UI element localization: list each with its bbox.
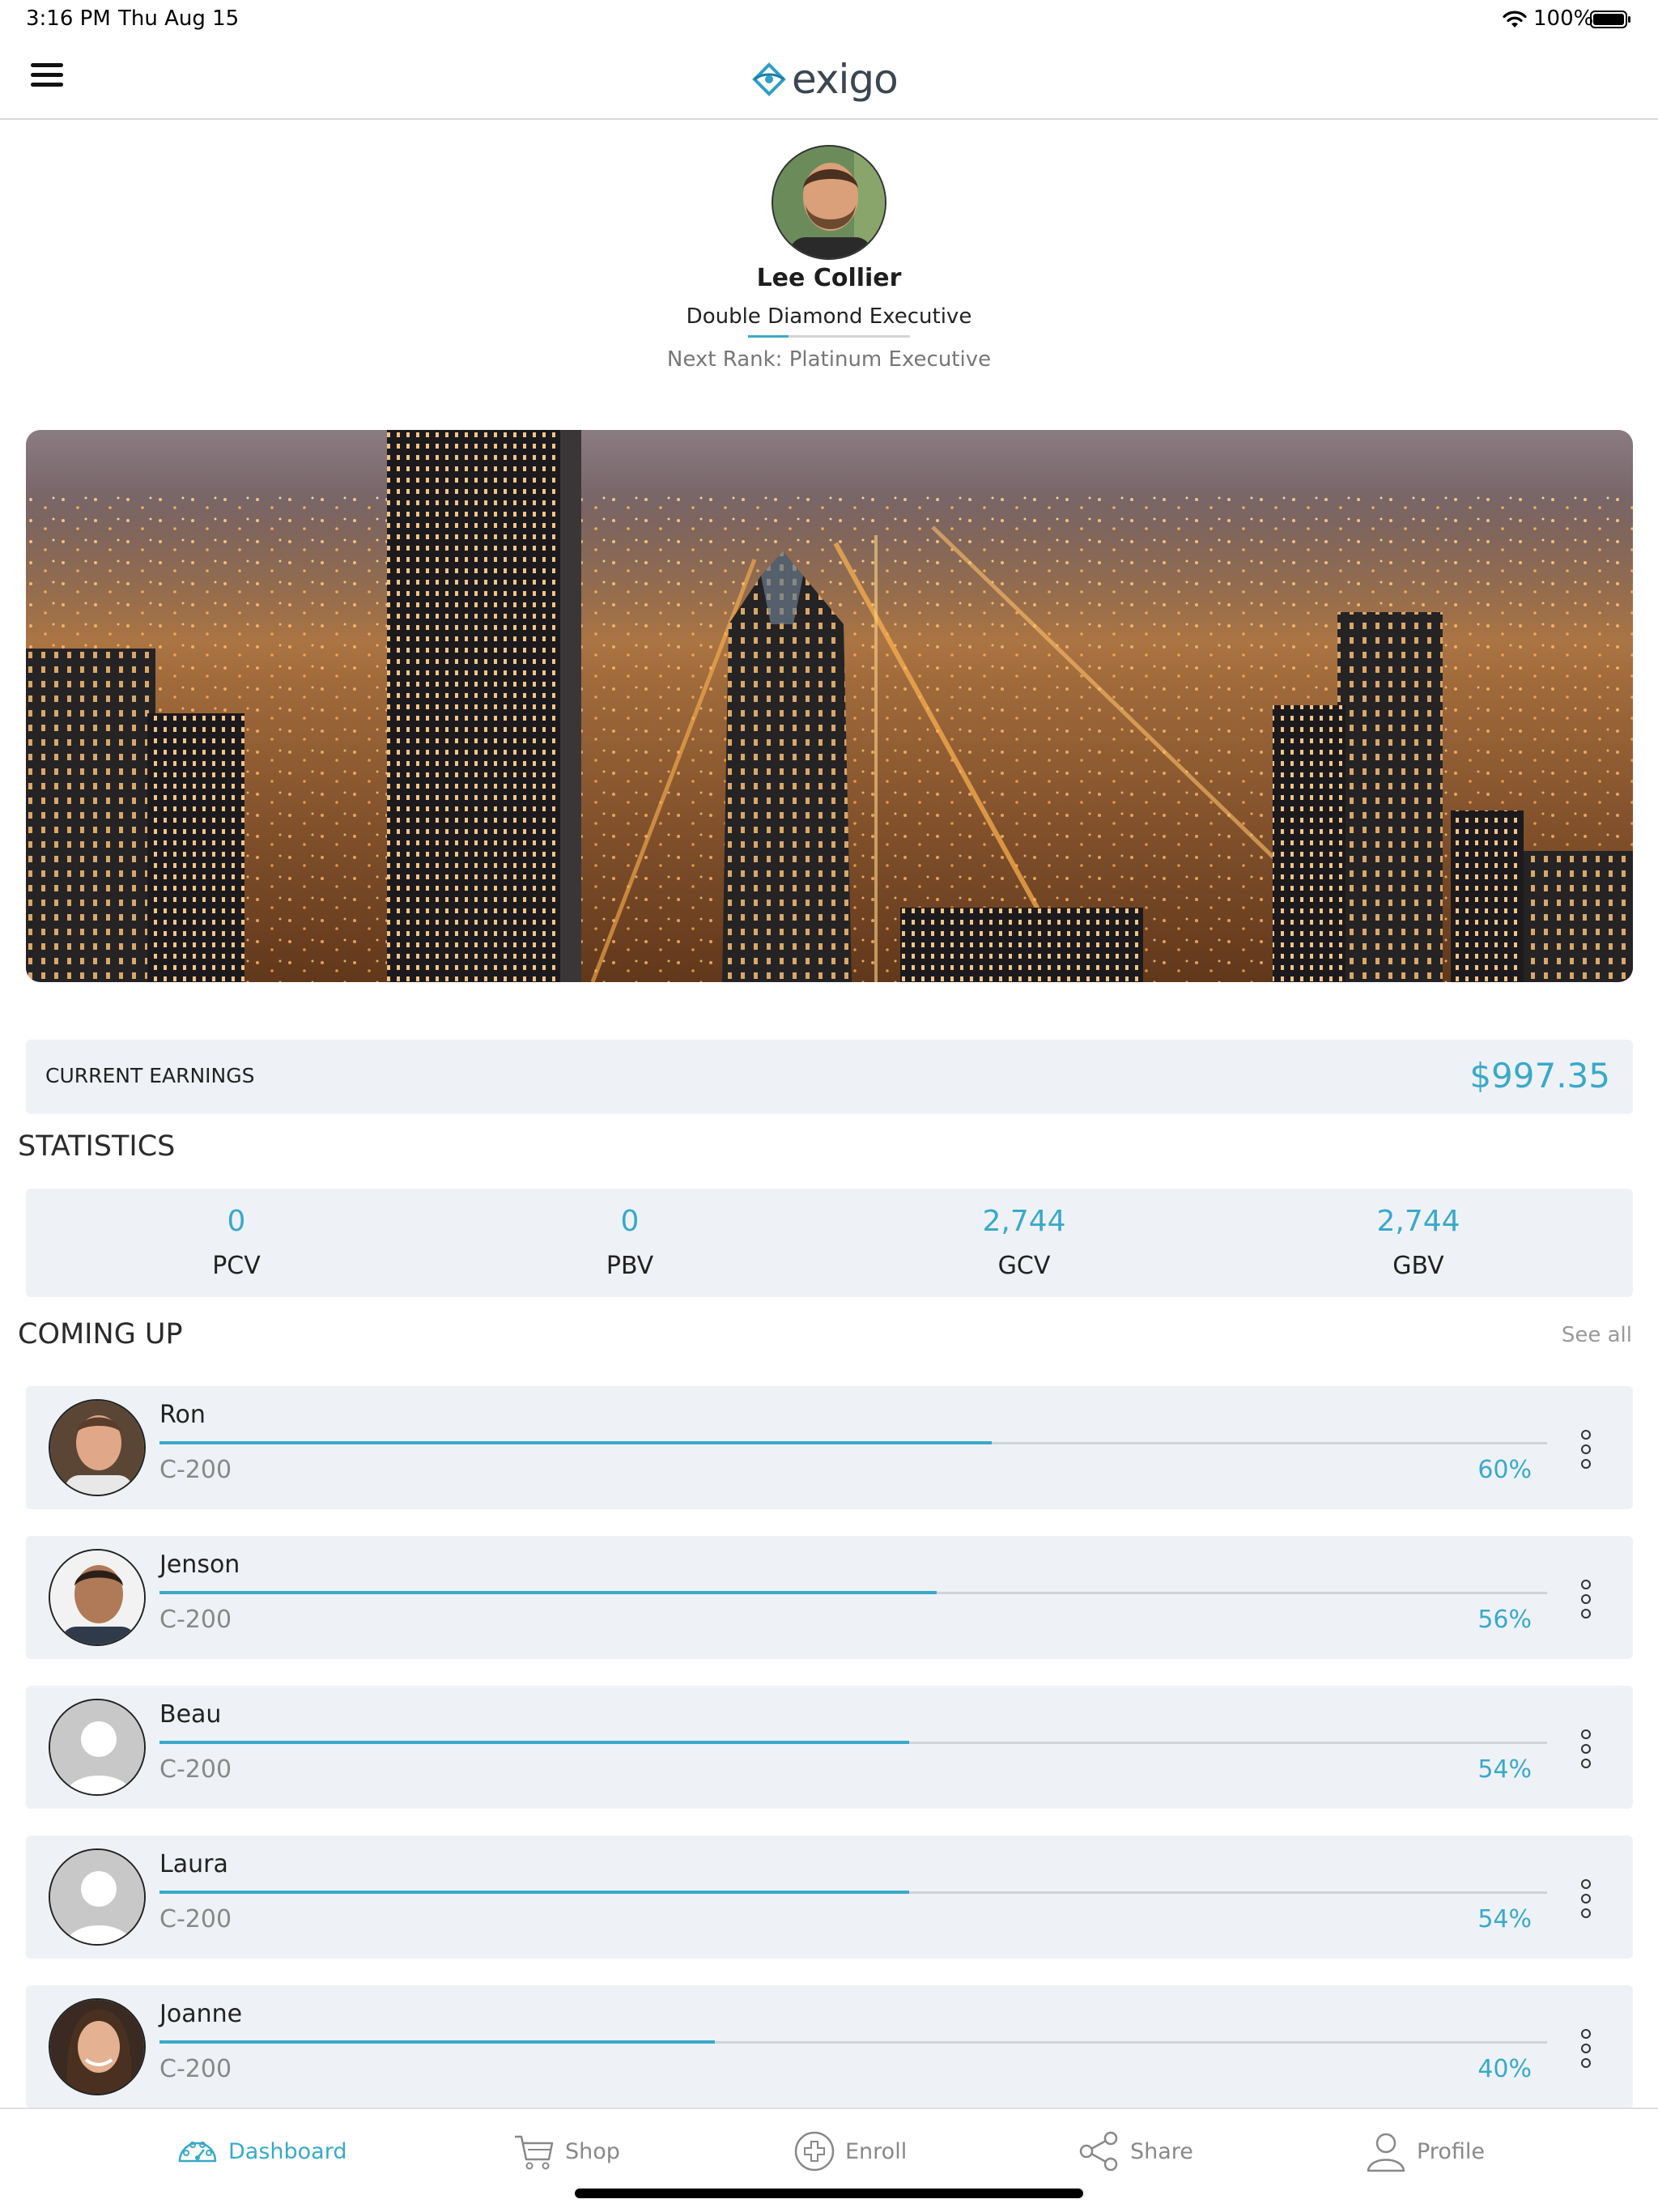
list-item[interactable]: Joanne C-200 40%	[26, 1985, 1633, 2108]
battery-icon	[1590, 11, 1630, 28]
default-avatar-icon	[50, 1700, 144, 1794]
avatar	[49, 1549, 146, 1646]
item-percentage: 60%	[1477, 1456, 1532, 1484]
user-icon	[1367, 2133, 1405, 2172]
rank-progress-bar	[748, 335, 910, 338]
hamburger-icon	[31, 63, 63, 67]
item-progress-fill	[159, 2040, 715, 2044]
stat-gbv[interactable]: 2,744 GBV	[1337, 1189, 1499, 1297]
item-progress-fill	[159, 1741, 909, 1744]
avatar	[49, 1848, 146, 1946]
item-percentage: 56%	[1477, 1606, 1532, 1634]
earnings-label: CURRENT EARNINGS	[45, 1064, 255, 1087]
stat-value: 2,744	[1376, 1205, 1460, 1238]
logo-mark-icon	[752, 62, 786, 96]
tab-share[interactable]: Share	[1077, 2127, 1193, 2176]
tab-shop[interactable]: Shop	[512, 2127, 620, 2176]
hamburger-menu-button[interactable]	[31, 63, 70, 96]
avatar	[49, 1699, 146, 1796]
stat-pbv[interactable]: 0 PBV	[549, 1189, 711, 1297]
tab-label: Share	[1130, 2138, 1193, 2164]
more-options-icon[interactable]	[1578, 1428, 1594, 1470]
tab-label: Profile	[1417, 2138, 1485, 2164]
tab-label: Dashboard	[228, 2138, 347, 2164]
earnings-value: $997.35	[1469, 1056, 1610, 1095]
status-date: Thu Aug 15	[118, 6, 240, 31]
profile-photo	[773, 147, 885, 258]
item-progress-bar	[159, 2040, 1547, 2044]
cart-icon	[515, 2135, 554, 2170]
item-progress-bar	[159, 1591, 1547, 1594]
item-percentage: 54%	[1477, 1755, 1532, 1784]
hero-banner-image	[26, 430, 1633, 982]
tab-dashboard[interactable]: Dashboard	[175, 2127, 346, 2176]
list-item[interactable]: Beau C-200 54%	[26, 1686, 1633, 1809]
tab-label: Enroll	[845, 2138, 908, 2164]
stat-label: GBV	[1392, 1252, 1444, 1280]
list-item[interactable]: Jenson C-200 56%	[26, 1536, 1633, 1659]
item-progress-bar	[159, 1891, 1547, 1894]
list-item[interactable]: Laura C-200 54%	[26, 1836, 1633, 1959]
item-name: Joanne	[159, 2000, 243, 2028]
item-subtitle: C-200	[159, 1456, 232, 1484]
item-progress-fill	[159, 1441, 993, 1444]
list-item[interactable]: Ron C-200 60%	[26, 1386, 1633, 1509]
stat-value: 2,744	[982, 1205, 1066, 1238]
city-skyline-image	[26, 430, 1633, 982]
plus-circle-icon	[794, 2131, 835, 2172]
stat-pcv[interactable]: 0 PCV	[155, 1189, 317, 1297]
stat-value: 0	[227, 1205, 246, 1238]
item-subtitle: C-200	[159, 1905, 232, 1933]
avatar	[49, 1399, 146, 1496]
stat-label: PCV	[212, 1252, 261, 1280]
earnings-card[interactable]: CURRENT EARNINGS $997.35	[26, 1040, 1633, 1114]
see-all-link[interactable]: See all	[1562, 1323, 1632, 1347]
item-subtitle: C-200	[159, 1755, 232, 1784]
item-subtitle: C-200	[159, 2055, 232, 2083]
tab-enroll[interactable]: Enroll	[792, 2127, 907, 2176]
item-name: Beau	[159, 1700, 222, 1729]
next-rank: Next Rank: Platinum Executive	[666, 347, 992, 372]
avatar	[49, 1998, 146, 2095]
item-progress-fill	[159, 1591, 937, 1594]
exigo-logo: exigo	[751, 56, 899, 103]
more-options-icon[interactable]	[1578, 1578, 1594, 1620]
more-options-icon[interactable]	[1578, 1878, 1594, 1920]
more-options-icon[interactable]	[1578, 2027, 1594, 2069]
profile-rank: Double Diamond Executive	[686, 304, 972, 329]
profile-name: Lee Collier	[756, 264, 902, 292]
tab-label: Shop	[565, 2138, 620, 2164]
share-icon	[1079, 2131, 1118, 2172]
rank-progress-fill	[748, 335, 789, 338]
item-progress-fill	[159, 1891, 909, 1894]
dashboard-icon	[178, 2142, 217, 2163]
stat-gcv[interactable]: 2,744 GCV	[943, 1189, 1105, 1297]
item-percentage: 54%	[1477, 1905, 1532, 1933]
battery-percentage: 100%	[1533, 6, 1594, 31]
status-bar: 3:16 PM Thu Aug 15 100%	[0, 0, 1658, 39]
item-name: Ron	[159, 1401, 206, 1429]
wifi-icon	[1503, 11, 1527, 28]
coming-up-title: COMING UP	[18, 1318, 183, 1351]
item-subtitle: C-200	[159, 1606, 232, 1634]
statistics-title: STATISTICS	[18, 1130, 176, 1163]
statistics-card: 0 PCV 0 PBV 2,744 GCV 2,744 GBV	[26, 1189, 1633, 1297]
logo-text: exigo	[792, 56, 899, 103]
item-name: Jenson	[159, 1551, 240, 1579]
tab-profile[interactable]: Profile	[1363, 2127, 1485, 2176]
status-time: 3:16 PM	[26, 6, 111, 31]
app-header: exigo	[0, 39, 1658, 120]
item-progress-bar	[159, 1441, 1547, 1444]
item-name: Laura	[159, 1850, 228, 1878]
item-progress-bar	[159, 1741, 1547, 1744]
more-options-icon[interactable]	[1578, 1728, 1594, 1770]
stat-value: 0	[620, 1205, 640, 1238]
default-avatar-icon	[50, 1850, 144, 1944]
home-indicator[interactable]	[575, 2189, 1083, 2198]
profile-avatar[interactable]	[772, 145, 886, 260]
stat-label: PBV	[606, 1252, 654, 1280]
stat-label: GCV	[997, 1252, 1051, 1280]
item-percentage: 40%	[1477, 2055, 1532, 2083]
